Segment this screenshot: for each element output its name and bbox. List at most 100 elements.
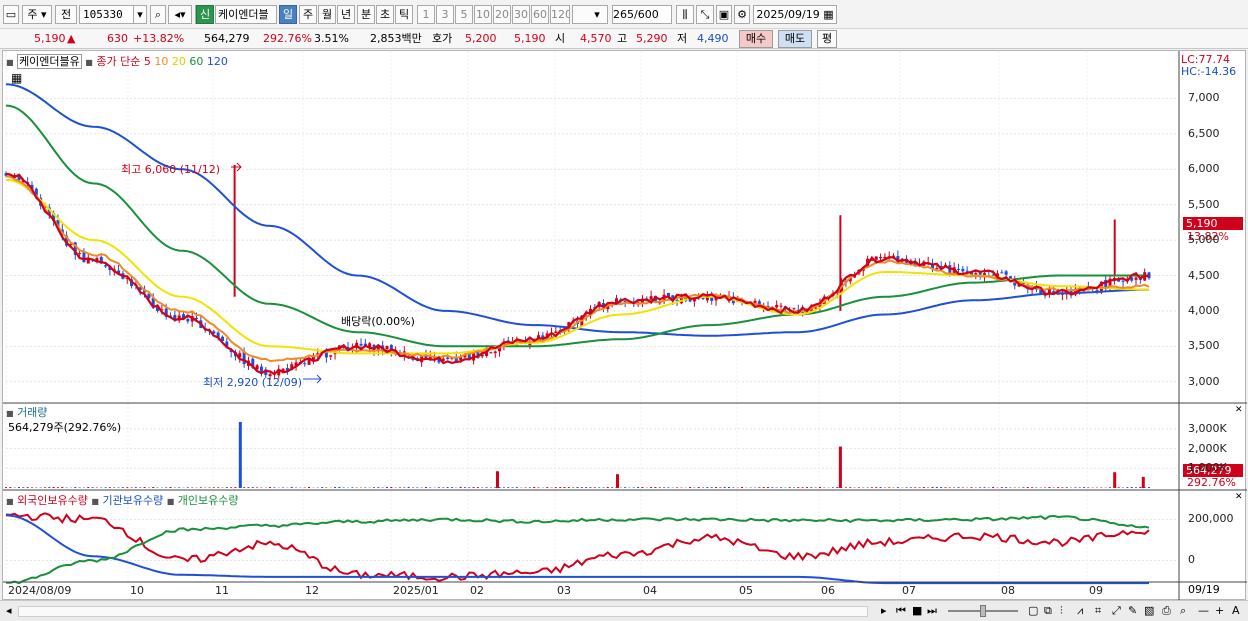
drawing-tool-icon[interactable]: ⤡ xyxy=(696,5,714,24)
zoom-slider-handle[interactable] xyxy=(980,605,986,617)
count-total: /600 xyxy=(634,8,659,21)
ma-line-5 xyxy=(5,172,1150,376)
high-label: 고 xyxy=(617,32,628,45)
minute-3[interactable]: 3 xyxy=(436,5,454,24)
stock-chart-area[interactable]: ■ 케이엔더블유 ■ 종가 단순 5 10 20 60 120 ▦ LC:77.… xyxy=(2,50,1247,601)
minute-10[interactable]: 10 xyxy=(474,5,492,24)
date-label: 02 xyxy=(470,584,484,597)
chart-type-icon[interactable]: ⫶ xyxy=(1060,604,1063,618)
indicator-icon[interactable]: ⩘ xyxy=(1077,604,1083,618)
custom-minute-select[interactable]: ▾ xyxy=(572,5,608,24)
pencil-icon[interactable]: ✎ xyxy=(1128,604,1137,617)
holding-tick-label: 0 xyxy=(1188,553,1195,567)
copy-icon[interactable]: ⧉ xyxy=(1044,604,1052,618)
volume-bar xyxy=(52,486,55,488)
scroll-right-icon[interactable]: ▸ xyxy=(881,604,887,617)
unit-year[interactable]: 년 xyxy=(337,5,355,24)
volume-bar xyxy=(927,487,930,488)
ma-10-label: 10 xyxy=(154,55,169,68)
minute-60[interactable]: 60 xyxy=(531,5,549,24)
high-arrow-icon xyxy=(231,162,242,172)
prev-button[interactable]: 전 xyxy=(55,5,77,24)
candle-body xyxy=(879,257,883,259)
volume-bar xyxy=(788,487,791,488)
unit-day[interactable]: 일 xyxy=(279,5,297,24)
volume-bar xyxy=(779,487,782,488)
volume-bar xyxy=(1065,487,1068,488)
period-select[interactable]: 주 ▾ xyxy=(22,5,52,24)
zoom-in-icon[interactable]: + xyxy=(1215,604,1224,617)
volume-bar xyxy=(481,487,484,488)
last-page-icon[interactable]: ⏭ xyxy=(927,604,937,618)
layout-icon[interactable]: ▢ xyxy=(1028,604,1038,617)
calendar-icon[interactable]: ▦ xyxy=(823,8,833,21)
sell-button[interactable]: 매도 xyxy=(778,30,812,48)
volume-bar xyxy=(507,487,510,488)
volume-bar xyxy=(663,487,666,488)
first-page-icon[interactable]: ⏮ xyxy=(896,604,906,618)
volume-bar xyxy=(658,487,661,488)
volume-bar xyxy=(805,487,808,488)
print-icon[interactable]: ⎙ xyxy=(1162,604,1171,618)
save-icon[interactable]: ▣ xyxy=(716,5,732,24)
image-icon[interactable]: ▧ xyxy=(1144,604,1154,617)
candle-type-icon[interactable]: ⫼ xyxy=(676,5,694,24)
volume-bar xyxy=(134,487,137,488)
horizontal-scrollbar[interactable] xyxy=(18,606,868,617)
stock-code-field[interactable] xyxy=(80,6,136,23)
volume-bar xyxy=(767,487,769,488)
speaker-icon[interactable]: ◂▾ xyxy=(168,5,192,24)
search-icon[interactable]: ⌕ xyxy=(150,5,166,24)
window-menu-icon[interactable]: ▭ xyxy=(3,5,19,24)
grid-icon[interactable]: ⌗ xyxy=(1095,604,1101,618)
volume-bar xyxy=(801,487,804,488)
unit-tick[interactable]: 틱 xyxy=(395,5,413,24)
retail-label: 개인보유수량 xyxy=(177,494,239,507)
candle-body xyxy=(935,267,939,269)
unit-week[interactable]: 주 xyxy=(299,5,317,24)
volume-bar xyxy=(1083,487,1086,488)
minute-5[interactable]: 5 xyxy=(455,5,473,24)
code-dropdown-icon[interactable]: ▾ xyxy=(133,5,147,24)
dividend-annotation: 배당락(0.00%) xyxy=(341,315,415,328)
stop-icon[interactable]: ■ xyxy=(912,604,922,617)
volume-bar xyxy=(961,487,964,488)
volume-bar xyxy=(728,486,731,488)
stock-code-input[interactable] xyxy=(79,5,137,24)
unit-minute[interactable]: 분 xyxy=(357,5,375,24)
volume-bar xyxy=(463,487,466,488)
close-panel-icon[interactable]: ✕ xyxy=(1235,492,1243,502)
trend-icon[interactable]: ⤢ xyxy=(1112,604,1121,618)
buy-button[interactable]: 매수 xyxy=(739,30,773,48)
font-size-icon[interactable]: A xyxy=(1232,604,1240,617)
volume-bar xyxy=(9,487,12,488)
scroll-left-icon[interactable]: ◂ xyxy=(6,604,12,617)
table-icon[interactable]: ▦ xyxy=(11,71,22,85)
minute-120[interactable]: 120 xyxy=(550,5,570,24)
volume-bar xyxy=(650,487,653,488)
gear-icon[interactable]: ⚙ xyxy=(734,5,750,24)
close-panel-icon[interactable]: ✕ xyxy=(1235,405,1243,415)
zoom-icon[interactable]: ⌕ xyxy=(1180,604,1186,618)
price-tick-label: 4,000 xyxy=(1188,303,1220,317)
volume-bar xyxy=(879,487,882,488)
minute-1[interactable]: 1 xyxy=(417,5,435,24)
inst-label: 기관보유수량 xyxy=(102,494,164,507)
price-info-bar: 5,190 ▲ 630 +13.82% 564,279 292.76% 3.51… xyxy=(0,29,1248,49)
minute-20[interactable]: 20 xyxy=(493,5,511,24)
unit-second[interactable]: 초 xyxy=(376,5,394,24)
ma-60-label: 60 xyxy=(189,55,204,68)
holding-lines xyxy=(5,512,1150,585)
volume-bar xyxy=(351,487,354,488)
volume-bar xyxy=(247,487,250,488)
date-picker[interactable]: 2025/09/19 ▦ xyxy=(753,5,837,24)
average-button[interactable]: 평 xyxy=(817,30,837,48)
minute-30[interactable]: 30 xyxy=(512,5,530,24)
volume-bar xyxy=(381,487,384,488)
unit-month[interactable]: 월 xyxy=(318,5,336,24)
count-field[interactable]: 265/600 xyxy=(612,5,672,24)
volume-bar xyxy=(554,487,557,488)
zoom-out-icon[interactable]: — xyxy=(1198,604,1209,617)
volume-bar xyxy=(442,487,445,488)
volume-bar xyxy=(165,487,168,488)
